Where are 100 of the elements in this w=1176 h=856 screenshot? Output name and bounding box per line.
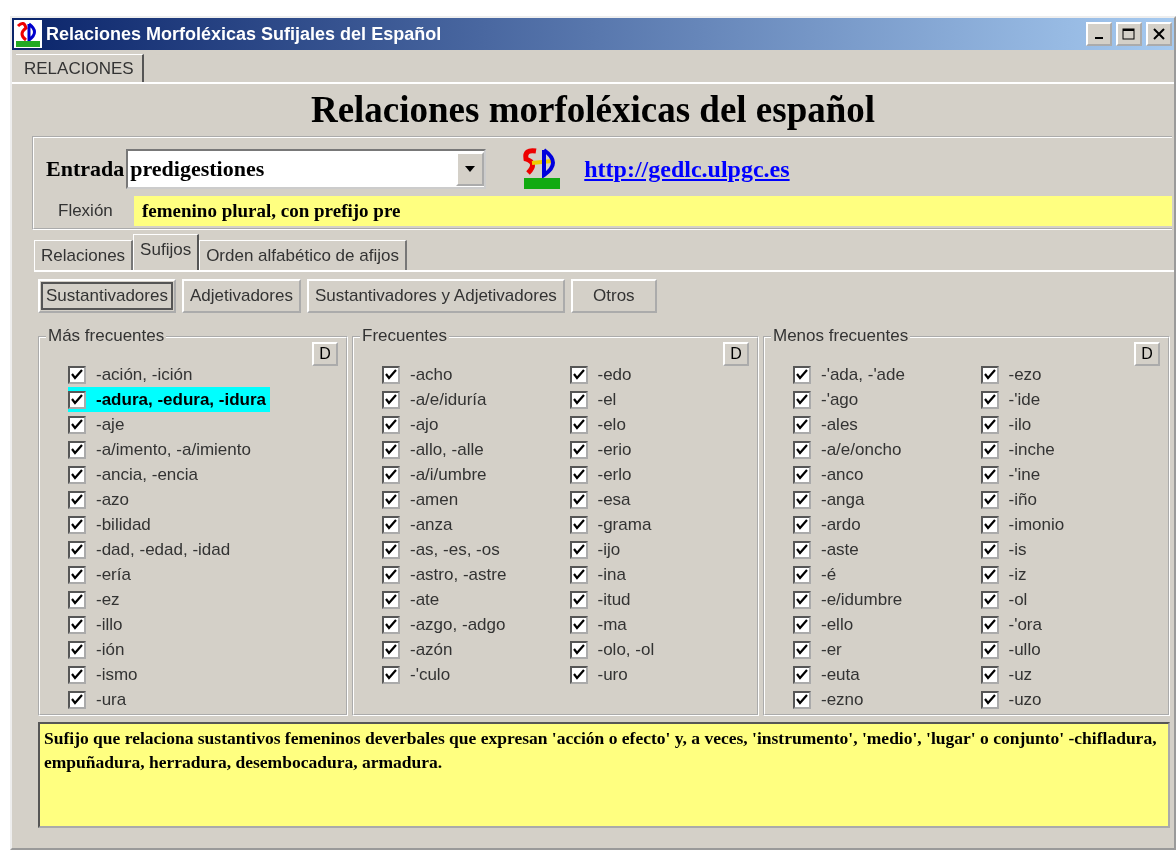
checkbox[interactable]: [382, 565, 400, 584]
checkbox[interactable]: [68, 665, 86, 684]
checkbox[interactable]: [569, 390, 588, 409]
suffix-label[interactable]: -er: [821, 639, 846, 660]
checkbox[interactable]: [569, 615, 588, 634]
suffix-label[interactable]: -erio: [597, 439, 636, 460]
suffix-label[interactable]: -ezno: [821, 689, 868, 710]
suffix-label[interactable]: -e/idumbre: [821, 589, 907, 610]
suffix-label[interactable]: -ajo: [410, 414, 443, 435]
checkbox[interactable]: [793, 665, 811, 684]
checkbox[interactable]: [569, 415, 588, 434]
website-link[interactable]: http://gedlc.ulpgc.es: [584, 155, 790, 183]
tab[interactable]: Relaciones: [34, 240, 134, 270]
suffix-label[interactable]: -ancia, -encia: [96, 464, 203, 485]
suffix-label[interactable]: -illo: [96, 614, 127, 635]
checkbox[interactable]: [793, 390, 811, 409]
entrada-combobox[interactable]: predigestiones: [126, 149, 487, 189]
category-button[interactable]: Adjetivadores: [181, 279, 301, 313]
suffix-label[interactable]: -iz: [1008, 564, 1031, 585]
suffix-label[interactable]: -'culo: [410, 664, 455, 685]
suffix-label[interactable]: -euta: [821, 664, 864, 685]
checkbox[interactable]: [68, 515, 86, 534]
checkbox[interactable]: [68, 690, 86, 709]
checkbox[interactable]: [382, 540, 400, 559]
tab[interactable]: Orden alfabético de afijos: [199, 240, 407, 270]
suffix-label[interactable]: -uzo: [1008, 689, 1046, 710]
suffix-label[interactable]: -anga: [821, 489, 869, 510]
suffix-label[interactable]: -bilidad: [96, 514, 155, 535]
suffix-label[interactable]: -ma: [597, 614, 631, 635]
checkbox[interactable]: [68, 490, 86, 509]
checkbox[interactable]: [980, 415, 999, 434]
suffix-label[interactable]: -ez: [96, 589, 124, 610]
checkbox[interactable]: [68, 415, 86, 434]
suffix-label[interactable]: -a/e/oncho: [821, 439, 906, 460]
checkbox[interactable]: [980, 365, 999, 384]
suffix-label[interactable]: -astro, -astre: [410, 564, 511, 585]
checkbox[interactable]: [382, 415, 400, 434]
checkbox[interactable]: [68, 465, 86, 484]
checkbox[interactable]: [569, 515, 588, 534]
d-button[interactable]: D: [723, 342, 749, 366]
checkbox[interactable]: [382, 640, 400, 659]
checkbox[interactable]: [793, 515, 811, 534]
suffix-label[interactable]: -ate: [410, 589, 444, 610]
suffix-label[interactable]: -'ago: [821, 389, 863, 410]
checkbox[interactable]: [980, 640, 999, 659]
suffix-label[interactable]: -amen: [410, 489, 463, 510]
suffix-label[interactable]: -allo, -alle: [410, 439, 488, 460]
category-button[interactable]: Otros: [570, 279, 657, 313]
suffix-label[interactable]: -'ide: [1008, 389, 1045, 410]
checkbox[interactable]: [793, 640, 811, 659]
checkbox[interactable]: [980, 540, 999, 559]
suffix-label[interactable]: -dad, -edad, -idad: [96, 539, 235, 560]
suffix-label[interactable]: -a/e/iduría: [410, 389, 491, 410]
close-button[interactable]: [1146, 22, 1172, 46]
checkbox[interactable]: [980, 440, 999, 459]
suffix-label[interactable]: -acho: [410, 364, 457, 385]
suffix-label[interactable]: -grama: [597, 514, 656, 535]
checkbox[interactable]: [382, 515, 400, 534]
checkbox[interactable]: [569, 365, 588, 384]
suffix-label[interactable]: -anco: [821, 464, 868, 485]
checkbox[interactable]: [980, 465, 999, 484]
checkbox[interactable]: [793, 590, 811, 609]
suffix-label[interactable]: -as, -es, -os: [410, 539, 504, 560]
maximize-button[interactable]: [1116, 22, 1142, 46]
suffix-label[interactable]: -ezo: [1008, 364, 1046, 385]
category-button[interactable]: Sustantivadores: [38, 279, 176, 313]
checkbox[interactable]: [382, 590, 400, 609]
checkbox[interactable]: [68, 365, 86, 384]
suffix-label[interactable]: -aje: [96, 414, 129, 435]
checkbox[interactable]: [569, 665, 588, 684]
suffix-label[interactable]: -ilo: [1008, 414, 1036, 435]
suffix-label[interactable]: -ales: [821, 414, 862, 435]
checkbox[interactable]: [980, 515, 999, 534]
suffix-label[interactable]: -ión: [96, 639, 129, 660]
suffix-label[interactable]: -ación, -ición: [96, 364, 197, 385]
checkbox[interactable]: [382, 665, 400, 684]
suffix-label[interactable]: -'ine: [1008, 464, 1045, 485]
suffix-label[interactable]: -ullo: [1008, 639, 1045, 660]
checkbox[interactable]: [569, 565, 588, 584]
suffix-label[interactable]: -el: [597, 389, 621, 410]
tab[interactable]: Sufijos: [133, 234, 200, 270]
checkbox[interactable]: [980, 665, 999, 684]
checkbox[interactable]: [68, 590, 86, 609]
suffix-label[interactable]: -elo: [597, 414, 630, 435]
checkbox[interactable]: [793, 615, 811, 634]
checkbox[interactable]: [68, 390, 86, 409]
checkbox[interactable]: [793, 415, 811, 434]
suffix-label[interactable]: -azo: [96, 489, 134, 510]
suffix-label[interactable]: -ismo: [96, 664, 142, 685]
d-button[interactable]: D: [312, 342, 338, 366]
checkbox[interactable]: [382, 465, 400, 484]
checkbox[interactable]: [793, 365, 811, 384]
suffix-label[interactable]: -'ora: [1008, 614, 1046, 635]
checkbox[interactable]: [980, 590, 999, 609]
checkbox[interactable]: [382, 440, 400, 459]
checkbox[interactable]: [980, 690, 999, 709]
category-button[interactable]: Sustantivadores y Adjetivadores: [306, 279, 565, 313]
checkbox[interactable]: [793, 490, 811, 509]
checkbox[interactable]: [793, 465, 811, 484]
checkbox[interactable]: [793, 565, 811, 584]
